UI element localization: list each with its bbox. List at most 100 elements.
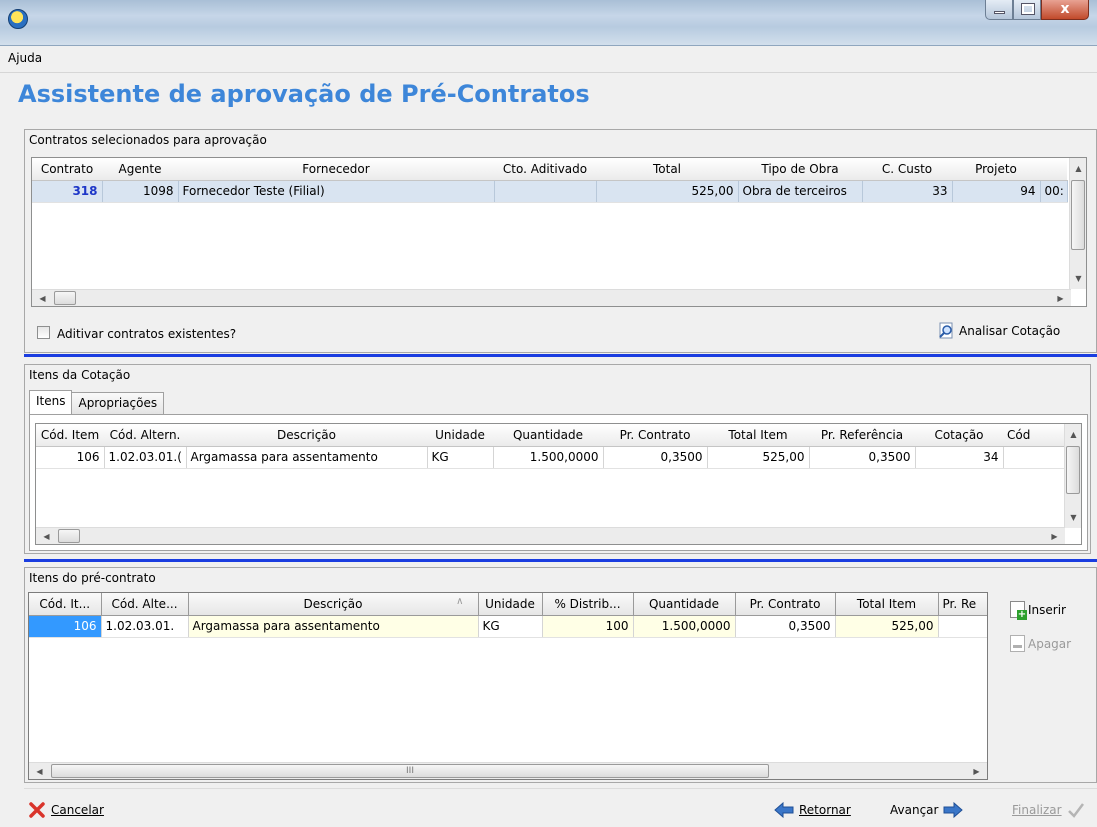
scroll-left-icon[interactable]: ◀ [38,528,55,544]
table-row[interactable]: 106 1.02.03.01. Argamassa para assentame… [29,615,987,638]
cell-tipo-obra[interactable]: Obra de terceiros [738,180,863,203]
col-tipo-obra[interactable]: Tipo de Obra [738,158,862,181]
menu-item-ajuda[interactable]: Ajuda [8,51,42,65]
section-separator [24,354,1097,357]
col-total-item[interactable]: Total Item [707,424,809,447]
col-pr-ref[interactable]: Pr. Re [938,593,987,616]
col-cod-item[interactable]: Cód. It... [29,593,102,616]
cell-cod[interactable] [1003,446,1065,469]
cell-unidade[interactable]: KG [427,446,494,469]
col-cod-altern[interactable]: Cód. Altern. [104,424,186,447]
minimize-icon[interactable] [985,0,1013,20]
cell-pr-ref[interactable] [938,615,987,638]
col-fornecedor[interactable]: Fornecedor [178,158,494,181]
scroll-thumb[interactable] [58,529,80,543]
close-icon[interactable]: x [1041,0,1089,20]
inserir-label: Inserir [1028,602,1066,617]
cell-cto-aditivado[interactable] [494,180,597,203]
col-distrib[interactable]: % Distrib... [542,593,634,616]
scroll-thumb[interactable] [1066,446,1080,494]
cell-total-item[interactable]: 525,00 [707,446,810,469]
scroll-right-icon[interactable]: ▶ [968,763,985,779]
col-cod-item[interactable]: Cód. Item [36,424,104,447]
scroll-thumb[interactable] [54,291,76,305]
cell-cod-altern[interactable]: 1.02.03.01.( [104,446,187,469]
cell-fornecedor[interactable]: Fornecedor Teste (Filial) [178,180,495,203]
cell-cod-item[interactable]: 106 [29,615,102,638]
cell-quantidade[interactable]: 1.500,0000 [633,615,736,638]
scroll-thumb[interactable] [1071,180,1085,250]
cell-cod-altern[interactable]: 1.02.03.01. [101,615,189,638]
cell-total[interactable]: 525,00 [596,180,739,203]
cell-quantidade[interactable]: 1.500,0000 [493,446,604,469]
col-unidade[interactable]: Unidade [427,424,493,447]
scroll-grip: III [406,766,414,776]
precontract-horizontal-scrollbar[interactable]: ◀ III ▶ [29,762,987,779]
quote-items-vertical-scrollbar[interactable]: ▲ ▼ [1064,424,1081,528]
retornar-button[interactable]: Retornar [774,802,851,818]
contracts-vertical-scrollbar[interactable]: ▲ ▼ [1069,158,1086,289]
scroll-right-icon[interactable]: ▶ [1046,528,1063,544]
cell-pr-contrato[interactable]: 0,3500 [603,446,708,469]
window-titlebar: x [0,0,1097,46]
contracts-group-caption: Contratos selecionados para aprovação [29,133,267,147]
col-c-custo[interactable]: C. Custo [862,158,952,181]
cell-contrato[interactable]: 318 [32,180,103,203]
maximize-icon[interactable] [1013,0,1041,20]
cell-unidade[interactable]: KG [478,615,543,638]
scroll-right-icon[interactable]: ▶ [1052,290,1069,306]
contracts-horizontal-scrollbar[interactable]: ◀ ▶ [32,289,1071,306]
cell-descricao[interactable]: Argamassa para assentamento [186,446,428,469]
col-agente[interactable]: Agente [102,158,178,181]
scroll-left-icon[interactable]: ◀ [31,763,48,779]
col-total[interactable]: Total [596,158,738,181]
cell-projeto[interactable]: 94 [952,180,1041,203]
col-total-item[interactable]: Total Item [835,593,939,616]
col-descricao[interactable]: Descrição ∧ [188,593,479,616]
col-quantidade[interactable]: Quantidade [633,593,736,616]
col-contrato[interactable]: Contrato [32,158,102,181]
inserir-button[interactable]: + Inserir [1010,601,1066,620]
col-cto-aditivado[interactable]: Cto. Aditivado [494,158,596,181]
scroll-down-icon[interactable]: ▼ [1070,270,1086,287]
cell-pr-contrato[interactable]: 0,3500 [735,615,836,638]
cell-descricao[interactable]: Argamassa para assentamento [188,615,479,638]
finalizar-button[interactable]: Finalizar [1012,802,1085,818]
col-unidade[interactable]: Unidade [478,593,543,616]
scroll-left-icon[interactable]: ◀ [34,290,51,306]
scroll-up-icon[interactable]: ▲ [1070,160,1086,177]
col-pr-contrato[interactable]: Pr. Contrato [603,424,707,447]
quote-items-horizontal-scrollbar[interactable]: ◀ ▶ [36,527,1065,544]
cell-extra[interactable]: 00: [1040,180,1068,203]
cancelar-button[interactable]: Cancelar [28,801,104,819]
col-descricao[interactable]: Descrição [186,424,427,447]
tab-itens[interactable]: Itens [29,390,73,414]
col-pr-contrato[interactable]: Pr. Contrato [735,593,836,616]
aditivar-checkbox[interactable] [37,326,50,339]
apagar-button[interactable]: Apagar [1010,635,1071,652]
precontract-items-caption: Itens do pré-contrato [29,571,156,585]
cell-cod-item[interactable]: 106 [36,446,105,469]
cell-agente[interactable]: 1098 [102,180,179,203]
col-quantidade[interactable]: Quantidade [493,424,603,447]
cell-pr-referencia[interactable]: 0,3500 [809,446,916,469]
footer-bar: Cancelar Retornar Avançar Finalizar [24,788,1097,827]
col-cotacao[interactable]: Cotação [915,424,1003,447]
scroll-down-icon[interactable]: ▼ [1065,509,1081,526]
col-cod[interactable]: Cód [1003,424,1064,447]
col-cod-altern[interactable]: Cód. Alte... [101,593,189,616]
table-row[interactable]: 106 1.02.03.01.( Argamassa para assentam… [36,446,1065,469]
col-pr-referencia[interactable]: Pr. Referência [809,424,915,447]
cell-c-custo[interactable]: 33 [862,180,953,203]
cell-cotacao[interactable]: 34 [915,446,1004,469]
scroll-up-icon[interactable]: ▲ [1065,426,1081,443]
table-row[interactable]: 318 1098 Fornecedor Teste (Filial) 525,0… [32,180,1068,203]
analisar-cotacao-button[interactable]: Analisar Cotação [938,322,1060,340]
tab-apropriacoes[interactable]: Apropriações [71,392,165,414]
scroll-thumb[interactable]: III [51,764,769,778]
cell-total-item[interactable]: 525,00 [835,615,939,638]
avancar-button[interactable]: Avançar [890,802,964,818]
col-projeto[interactable]: Projeto [952,158,1040,181]
col-extra [1040,158,1067,181]
cell-distrib[interactable]: 100 [542,615,634,638]
